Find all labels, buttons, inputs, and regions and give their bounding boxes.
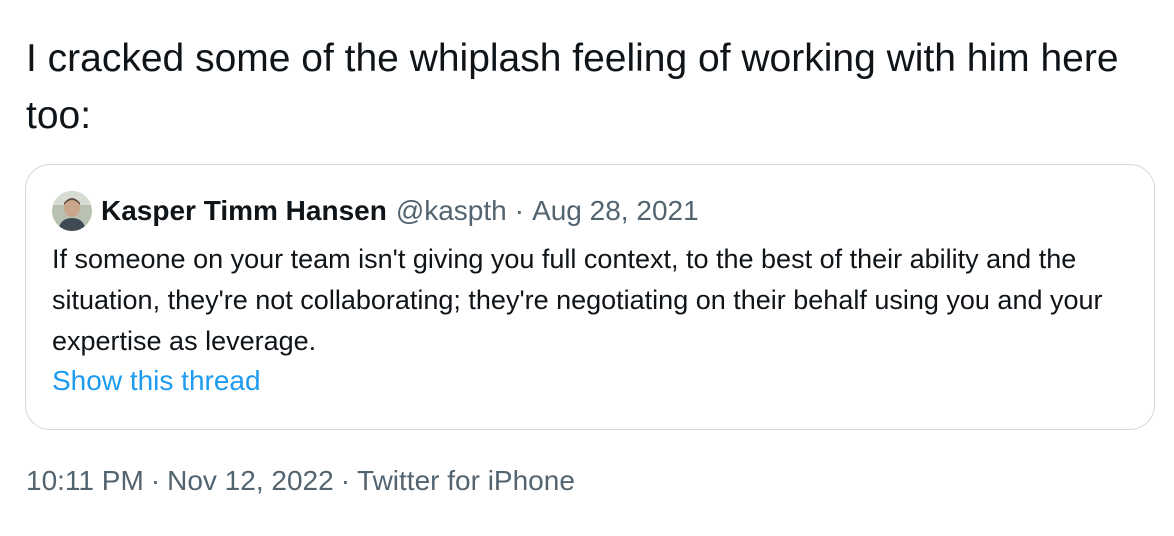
tweet-metadata: 10:11 PM · Nov 12, 2022 · Twitter for iPhone — [26, 465, 575, 497]
meta-separator: · — [150, 465, 161, 496]
avatar[interactable] — [52, 191, 92, 231]
quoted-tweet-card[interactable]: Kasper Timm Hansen @kaspth · Aug 28, 202… — [25, 164, 1155, 430]
quoted-author-handle: @kaspth — [395, 195, 507, 226]
tweet-time-link[interactable]: 10:11 PM · Nov 12, 2022 — [26, 465, 334, 496]
tweet-time: 10:11 PM — [26, 465, 144, 496]
quoted-tweet-header: Kasper Timm Hansen @kaspth · Aug 28, 202… — [52, 189, 699, 233]
tweet-date: Nov 12, 2022 — [167, 465, 334, 496]
avatar-image — [52, 191, 92, 231]
tweet-text: I cracked some of the whiplash feeling o… — [26, 37, 1119, 137]
tweet-source-link[interactable]: Twitter for iPhone — [357, 465, 575, 496]
show-thread-link[interactable]: Show this thread — [52, 365, 261, 397]
header-separator: · — [514, 195, 525, 226]
meta-separator: · — [340, 465, 351, 496]
quoted-tweet-text: If someone on your team isn't giving you… — [52, 244, 1103, 356]
quoted-author-name[interactable]: Kasper Timm Hansen — [101, 195, 387, 227]
quoted-tweet-date[interactable]: Aug 28, 2021 — [532, 195, 699, 227]
